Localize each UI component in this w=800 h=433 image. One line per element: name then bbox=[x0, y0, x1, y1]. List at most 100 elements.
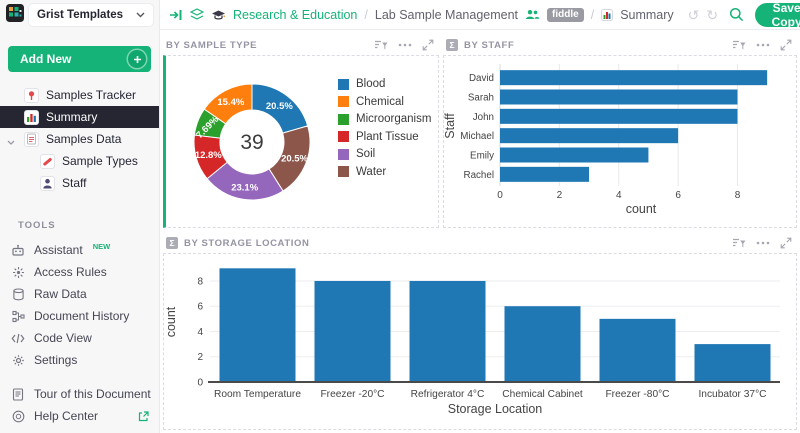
legend-label: Microorganism bbox=[356, 113, 431, 125]
tool-label: Code View bbox=[34, 331, 92, 345]
staff-chart-body: 02468DavidSarahJohnMichaelEmilyRachelcou… bbox=[443, 55, 797, 228]
top-chart-row: BY SAMPLE TYPE 20.5%20.5%23.1%12.8%7.69%… bbox=[163, 38, 797, 228]
redo-icon[interactable]: ↻ bbox=[706, 8, 718, 22]
x-tick-label: 6 bbox=[675, 190, 681, 201]
x-tick-label: 8 bbox=[735, 190, 741, 201]
x-tick-label: 0 bbox=[497, 190, 503, 201]
panel-by-staff: Σ BY STAFF 02468DavidSarahJohnMichaelEmi… bbox=[443, 38, 797, 228]
fork-badge: fiddle bbox=[547, 8, 584, 22]
filter-sort-icon[interactable] bbox=[732, 237, 746, 249]
pie-percent-label: 20.5% bbox=[281, 154, 308, 165]
sample-type-donut: 20.5%20.5%23.1%12.8%7.69%15.4%39 bbox=[166, 56, 338, 224]
tool-label: Settings bbox=[34, 353, 77, 367]
tool-item-assistant[interactable]: AssistantNEW bbox=[0, 239, 159, 261]
breadcrumb-separator-2: / bbox=[591, 8, 594, 22]
sample-type-chart-body: 20.5%20.5%23.1%12.8%7.69%15.4%39 BloodCh… bbox=[163, 55, 439, 228]
tool-item-tour-of-this-document[interactable]: Tour of this Document bbox=[0, 383, 159, 405]
legend-label: Soil bbox=[356, 148, 375, 160]
save-copy-label: Save Copy bbox=[768, 1, 800, 29]
bar-michael bbox=[500, 128, 678, 143]
legend-swatch bbox=[338, 96, 349, 107]
legend-swatch bbox=[338, 114, 349, 125]
sidebar-item-samples-data[interactable]: Samples Data bbox=[0, 128, 159, 150]
panel-header: Σ BY STORAGE LOCATION bbox=[163, 236, 797, 250]
add-new-button[interactable]: Add New bbox=[8, 46, 151, 72]
tool-item-access-rules[interactable]: Access Rules bbox=[0, 261, 159, 283]
donut-center-total: 39 bbox=[240, 131, 263, 154]
y-tick-label: 4 bbox=[197, 327, 203, 338]
legend-item-plant-tissue: Plant Tissue bbox=[338, 131, 431, 143]
pen-icon bbox=[40, 154, 55, 169]
database-icon bbox=[10, 288, 26, 301]
legend-item-soil: Soil bbox=[338, 148, 431, 160]
more-dots-icon[interactable] bbox=[756, 43, 770, 47]
search-icon[interactable] bbox=[729, 7, 744, 22]
more-dots-icon[interactable] bbox=[756, 241, 770, 245]
panel-actions bbox=[732, 237, 792, 249]
tool-item-code-view[interactable]: Code View bbox=[0, 327, 159, 349]
category-label: Incubator 37°C bbox=[698, 389, 766, 400]
sidebar-bottom-tools: Tour of this Document Help Center bbox=[0, 383, 159, 427]
filter-sort-icon[interactable] bbox=[374, 39, 388, 51]
staff-bar-chart: 02468DavidSarahJohnMichaelEmilyRachelcou… bbox=[444, 56, 794, 226]
pin-icon bbox=[24, 88, 39, 103]
legend-swatch bbox=[338, 79, 349, 90]
chevron-down-icon[interactable] bbox=[7, 135, 15, 149]
tool-item-settings[interactable]: Settings bbox=[0, 349, 159, 371]
legend-item-water: Water bbox=[338, 166, 431, 178]
tool-item-raw-data[interactable]: Raw Data bbox=[0, 283, 159, 305]
more-dots-icon[interactable] bbox=[398, 43, 412, 47]
page-label: Samples Data bbox=[46, 132, 121, 146]
legend-item-chemical: Chemical bbox=[338, 96, 431, 108]
y-tick-label: 6 bbox=[197, 302, 203, 313]
legend-label: Blood bbox=[356, 78, 385, 90]
panel-by-storage-location: Σ BY STORAGE LOCATION 02468Room Temperat… bbox=[163, 236, 797, 430]
tool-label: Help Center bbox=[34, 409, 98, 423]
legend-label: Water bbox=[356, 166, 386, 178]
category-label: Rachel bbox=[464, 170, 495, 181]
breadcrumb-document: Lab Sample Management bbox=[375, 8, 518, 22]
expand-panel-icon[interactable] bbox=[422, 39, 434, 51]
tool-item-help-center[interactable]: Help Center bbox=[0, 405, 159, 427]
external-link-icon bbox=[138, 411, 149, 422]
category-label: Michael bbox=[460, 131, 494, 142]
pie-percent-label: 23.1% bbox=[231, 182, 258, 193]
category-label: Freezer -80°C bbox=[605, 389, 669, 400]
workspace-selector[interactable]: Grist Templates bbox=[29, 4, 153, 26]
category-label: Refrigerator 4°C bbox=[411, 389, 485, 400]
x-axis-title: Storage Location bbox=[448, 402, 543, 416]
bar-emily bbox=[500, 148, 648, 163]
open-left-panel-icon[interactable] bbox=[169, 9, 183, 21]
breadcrumb-page: Summary bbox=[620, 8, 673, 22]
bar-room-temperature bbox=[220, 268, 296, 382]
tool-item-document-history[interactable]: Document History bbox=[0, 305, 159, 327]
category-label: Chemical Cabinet bbox=[502, 389, 583, 400]
sidebar-item-summary[interactable]: Summary bbox=[0, 106, 159, 128]
panel-header: BY SAMPLE TYPE bbox=[163, 38, 439, 52]
x-tick-label: 2 bbox=[557, 190, 563, 201]
filter-sort-icon[interactable] bbox=[732, 39, 746, 51]
expand-panel-icon[interactable] bbox=[780, 39, 792, 51]
expand-panel-icon[interactable] bbox=[780, 237, 792, 249]
y-tick-label: 0 bbox=[197, 378, 203, 389]
layers-icon[interactable] bbox=[190, 8, 204, 21]
sidebar-item-samples-tracker[interactable]: Samples Tracker bbox=[0, 84, 159, 106]
legend-swatch bbox=[338, 166, 349, 177]
panel-title: BY SAMPLE TYPE bbox=[166, 40, 257, 51]
page-label: Summary bbox=[46, 110, 97, 124]
panel-title: BY STORAGE LOCATION bbox=[184, 238, 309, 249]
sidebar-item-staff[interactable]: Staff bbox=[0, 172, 159, 194]
x-axis-title: count bbox=[626, 202, 657, 216]
sidebar-item-sample-types[interactable]: Sample Types bbox=[0, 150, 159, 172]
save-copy-button[interactable]: Save Copy bbox=[755, 3, 800, 27]
new-badge: NEW bbox=[93, 242, 111, 251]
panel-actions bbox=[374, 39, 434, 51]
y-axis-title: count bbox=[164, 306, 178, 337]
bar-incubator-37-c bbox=[695, 344, 771, 382]
undo-icon[interactable]: ↺ bbox=[688, 8, 700, 22]
panel-title: BY STAFF bbox=[464, 40, 514, 51]
help-icon bbox=[10, 410, 26, 423]
breadcrumb-workspace[interactable]: Research & Education bbox=[233, 8, 357, 22]
bar-john bbox=[500, 109, 737, 124]
main-area: Research & Education / Lab Sample Manage… bbox=[160, 0, 800, 433]
